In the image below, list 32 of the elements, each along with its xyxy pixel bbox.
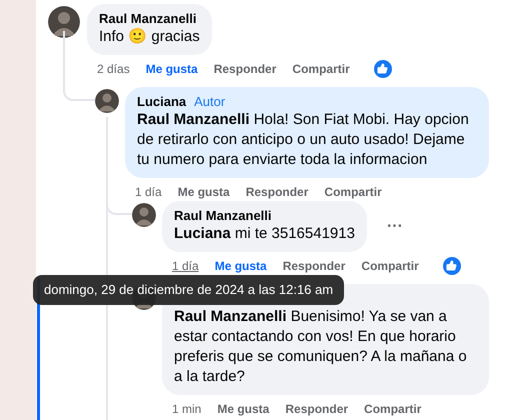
- like-reaction-icon[interactable]: [374, 60, 392, 78]
- like-reaction-icon[interactable]: [442, 256, 461, 274]
- like-link[interactable]: Me gusta: [146, 62, 198, 76]
- reply-link[interactable]: Responder: [214, 62, 276, 76]
- share-link[interactable]: Compartir: [292, 62, 350, 76]
- reply-link[interactable]: Responder: [246, 184, 308, 198]
- share-link[interactable]: Compartir: [364, 402, 422, 416]
- date-tooltip: domingo, 29 de diciembre de 2024 a las 12:16 am: [33, 275, 344, 305]
- thread-connector: [63, 31, 95, 101]
- like-link[interactable]: Me gusta: [214, 258, 267, 272]
- avatar: [48, 6, 80, 38]
- timestamp-link[interactable]: 2 días: [97, 62, 130, 76]
- author-name[interactable]: Luciana: [137, 94, 186, 109]
- avatar: [132, 203, 156, 227]
- comment-text: Info 🙂 gracias: [99, 27, 200, 47]
- comment-text: Luciana mi te 3516541913: [174, 224, 355, 244]
- timestamp-link[interactable]: 1 min: [172, 402, 202, 416]
- more-button[interactable]: ···: [384, 218, 405, 236]
- timestamp-link[interactable]: 1 día: [135, 184, 162, 198]
- comment-text: Raul Manzanelli Buenisimo! Ya se van a estar contactando con vos! En que horario preferis que se comuniquen? A la mañana o a la tarde?: [174, 307, 468, 387]
- avatar: [95, 89, 119, 113]
- author-name[interactable]: Raul Manzanelli: [99, 11, 197, 26]
- like-link[interactable]: Me gusta: [217, 402, 270, 416]
- share-link[interactable]: Compartir: [324, 184, 382, 198]
- reply-link[interactable]: Responder: [285, 402, 348, 416]
- timestamp-link[interactable]: 1 día: [172, 258, 199, 272]
- share-link[interactable]: Compartir: [361, 258, 419, 272]
- like-link[interactable]: Me gusta: [178, 184, 230, 198]
- author-name[interactable]: Raul Manzanelli: [174, 208, 272, 223]
- comment-text: Raul Manzanelli Hola! Son Fiat Mobi. Hay opcion de retirarlo con anticipo o un auto usado! Dejame tu numero para enviarte toda la informacion: [137, 110, 470, 170]
- reply-link[interactable]: Responder: [282, 258, 346, 272]
- author-label: Autor: [194, 94, 226, 109]
